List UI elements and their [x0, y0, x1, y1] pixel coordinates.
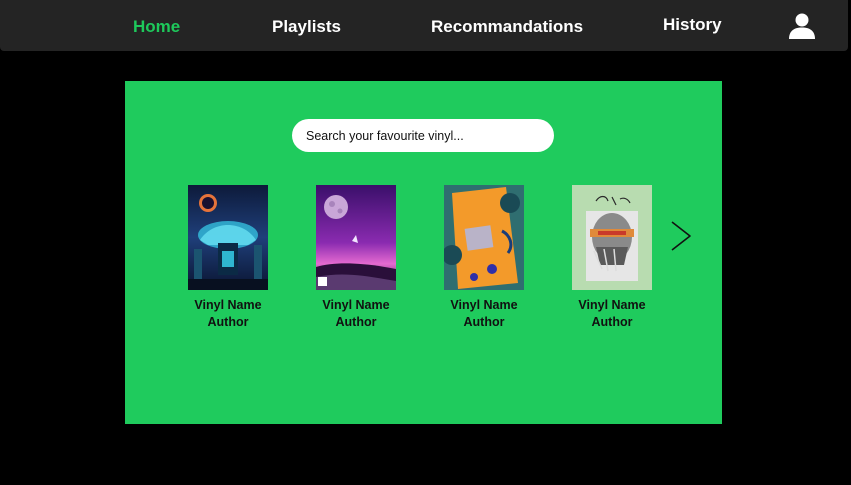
album-cover-orange-abstract: [444, 185, 524, 290]
album-cover-moon-beach: [316, 185, 396, 290]
nav-recommandations[interactable]: Recommandations: [431, 17, 583, 37]
nav-home[interactable]: Home: [133, 17, 180, 37]
nav-playlists[interactable]: Playlists: [272, 17, 341, 37]
vinyl-card[interactable]: Vinyl Name Author: [183, 185, 273, 331]
vinyl-card[interactable]: Vinyl Name Author: [567, 185, 657, 331]
nav-history[interactable]: History: [663, 15, 722, 35]
vinyl-author: Author: [463, 315, 505, 329]
vinyl-name: Vinyl Name: [322, 298, 390, 312]
album-cover-sketch-portrait: [572, 185, 652, 290]
user-icon[interactable]: [788, 12, 816, 40]
vinyl-name: Vinyl Name: [194, 298, 262, 312]
vinyl-author: Author: [207, 315, 249, 329]
vinyl-card[interactable]: Vinyl Name Author: [311, 185, 401, 331]
main-panel: Vinyl Name Author Vinyl Name Author: [125, 81, 722, 424]
vinyl-author: Author: [591, 315, 633, 329]
vinyl-card[interactable]: Vinyl Name Author: [439, 185, 529, 331]
vinyl-name: Vinyl Name: [578, 298, 646, 312]
album-cover-neon-city: [188, 185, 268, 290]
top-navbar: Home Playlists Recommandations History: [0, 0, 848, 51]
vinyl-author: Author: [335, 315, 377, 329]
search-input[interactable]: [292, 119, 554, 152]
chevron-right-icon[interactable]: [669, 219, 693, 253]
vinyl-name: Vinyl Name: [450, 298, 518, 312]
